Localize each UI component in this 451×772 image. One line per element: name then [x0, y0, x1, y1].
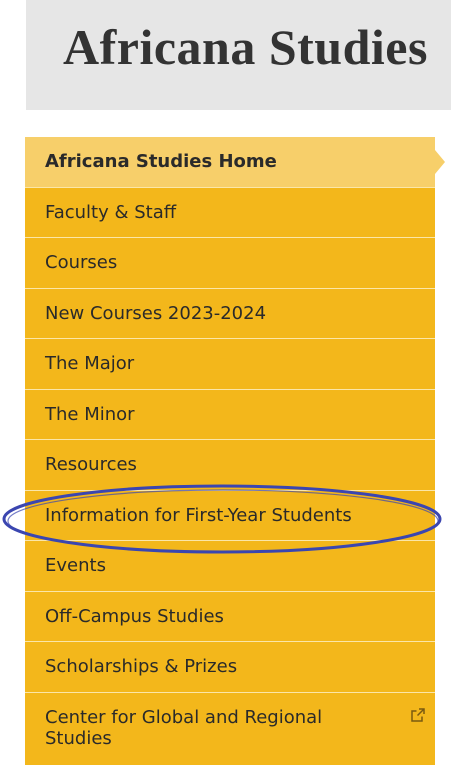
- nav-item-global-regional-studies[interactable]: Center for Global and Regional Studies: [25, 692, 435, 765]
- nav-item-label: Resources: [45, 454, 137, 476]
- nav-item-africana-studies-home[interactable]: Africana Studies Home: [25, 137, 445, 188]
- nav-item-label: Faculty & Staff: [45, 201, 177, 223]
- nav-item-faculty-staff[interactable]: Faculty & Staff: [25, 187, 435, 238]
- nav-item-label: Scholarships & Prizes: [45, 656, 238, 678]
- nav-item-label: The Major: [45, 353, 135, 375]
- nav-item-label: Courses: [45, 252, 118, 274]
- page-header: Africana Studies: [26, 0, 451, 110]
- nav-item-courses[interactable]: Courses: [25, 238, 435, 289]
- nav-item-label: The Minor: [45, 403, 135, 425]
- nav-item-off-campus-studies[interactable]: Off-Campus Studies: [25, 591, 435, 642]
- nav-item-events[interactable]: Events: [25, 541, 435, 592]
- nav-item-label: New Courses 2023-2024: [45, 302, 267, 324]
- nav-item-new-courses[interactable]: New Courses 2023-2024: [25, 288, 435, 339]
- external-link-icon: [411, 707, 425, 722]
- nav-item-label: Information for First-Year Students: [45, 504, 352, 526]
- nav-item-label: Off-Campus Studies: [45, 605, 224, 627]
- page-title: Africana Studies: [63, 19, 428, 75]
- nav-item-label: Events: [45, 555, 106, 577]
- nav-item-the-major[interactable]: The Major: [25, 339, 435, 390]
- nav-item-label: Africana Studies Home: [45, 151, 277, 173]
- nav-item-label: Center for Global and Regional Studies: [45, 706, 323, 749]
- nav-item-scholarships-prizes[interactable]: Scholarships & Prizes: [25, 642, 435, 693]
- nav-item-the-minor[interactable]: The Minor: [25, 389, 435, 440]
- nav-item-first-year-students[interactable]: Information for First-Year Students: [25, 490, 435, 541]
- nav-item-resources[interactable]: Resources: [25, 440, 435, 491]
- sidebar-nav: Africana Studies Home Faculty & Staff Co…: [25, 137, 445, 765]
